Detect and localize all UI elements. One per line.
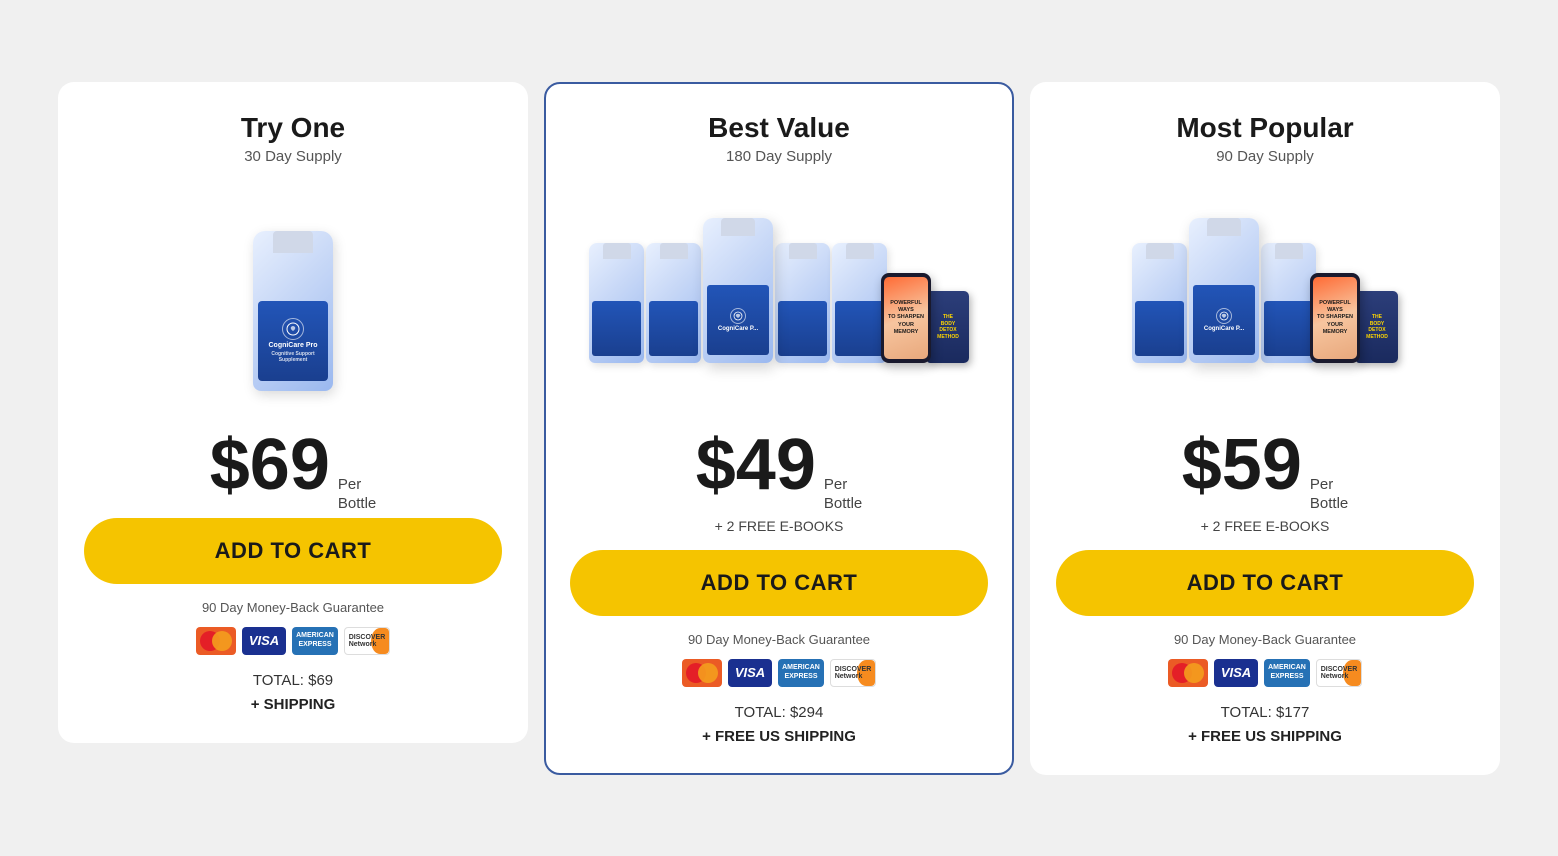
guarantee-most-popular: 90 Day Money-Back Guarantee: [1174, 632, 1356, 647]
amex-icon-bv: AMERICANEXPRESS: [778, 659, 824, 687]
bottle-main-6: CogniCare P...: [703, 218, 773, 363]
bottle-main-label-6: CogniCare P...: [707, 285, 769, 355]
brain-circle-icon: [730, 308, 746, 324]
bottle-mp-2: [1261, 243, 1316, 363]
shipping-try-one: + SHIPPING: [251, 693, 336, 717]
add-to-cart-best-value[interactable]: ADD TO CART: [570, 550, 988, 616]
visa-icon-mp: VISA: [1214, 659, 1258, 687]
book-mockup-mp: THEBODYDETOXMETHOD: [1356, 291, 1398, 363]
bottle-sm-3: [775, 243, 830, 363]
add-to-cart-most-popular[interactable]: ADD TO CART: [1056, 550, 1474, 616]
guarantee-best-value: 90 Day Money-Back Guarantee: [688, 632, 870, 647]
bottles-group-6: CogniCare P... POWERFUL WAYSTO SHARPENYO…: [589, 218, 969, 363]
bottle-sm-1: [589, 243, 644, 363]
bottle-single: CogniCare Pro Cognitive Support Suppleme…: [253, 191, 333, 391]
pricing-card-try-one: Try One 30 Day Supply CogniCare Pro Cogn…: [58, 82, 528, 743]
phone-mockup-mp: POWERFUL WAYSTO SHARPENYOUR MEMORY: [1310, 273, 1360, 363]
price-label-most-popular: PerBottle: [1310, 475, 1348, 514]
price-section-best-value: $49 PerBottle: [696, 429, 863, 514]
free-ebooks-best-value: + 2 FREE E-BOOKS: [715, 518, 844, 534]
total-price-try-one: TOTAL: $69: [251, 669, 336, 693]
add-to-cart-try-one[interactable]: ADD TO CART: [84, 518, 502, 584]
phone-screen: POWERFUL WAYSTO SHARPENYOUR MEMORY: [884, 277, 928, 359]
price-section-most-popular: $59 PerBottle: [1182, 429, 1349, 514]
bottle-mp-1: [1132, 243, 1187, 363]
product-image-best-value: CogniCare P... POWERFUL WAYSTO SHARPENYO…: [570, 181, 988, 401]
discover-icon-bv: DISCOVERNetwork: [830, 659, 876, 687]
bottle-brand-main: CogniCare P...: [718, 326, 758, 332]
mastercard-icon-bv: [682, 659, 722, 687]
book-mockup-best-value: THEBODYDETOXMETHOD: [927, 291, 969, 363]
bottle-brain-icon: [282, 318, 304, 340]
bottle-label-1: CogniCare Pro Cognitive Support Suppleme…: [258, 301, 328, 381]
bottle-sm-2: [646, 243, 701, 363]
bottle-brand-mp: CogniCare P...: [1204, 326, 1244, 332]
bottle-1: CogniCare Pro Cognitive Support Suppleme…: [253, 231, 333, 391]
amex-icon: AMERICANEXPRESS: [292, 627, 338, 655]
book-text: THEBODYDETOXMETHOD: [934, 311, 962, 343]
bottle-main-label-mp: CogniCare P...: [1193, 285, 1255, 355]
total-section-try-one: TOTAL: $69 + SHIPPING: [251, 669, 336, 717]
price-label-best-value: PerBottle: [824, 475, 862, 514]
price-most-popular: $59: [1182, 429, 1302, 501]
total-price-best-value: TOTAL: $294: [702, 701, 856, 725]
price-label-try-one: PerBottle: [338, 475, 376, 514]
bottles-group-3: CogniCare P... POWERFUL WAYSTO SHARPENYO…: [1132, 218, 1398, 363]
phone-text: POWERFUL WAYSTO SHARPENYOUR MEMORY: [884, 296, 928, 340]
visa-icon: VISA: [242, 627, 286, 655]
bottle-sm-4: [832, 243, 887, 363]
total-section-most-popular: TOTAL: $177 + FREE US SHIPPING: [1188, 701, 1342, 749]
discover-icon: DISCOVERNetwork: [344, 627, 390, 655]
discover-icon-mp: DISCOVERNetwork: [1316, 659, 1362, 687]
card-subtitle-best-value: 180 Day Supply: [726, 148, 832, 165]
amex-icon-mp: AMERICANEXPRESS: [1264, 659, 1310, 687]
payment-icons-try-one: VISA AMERICANEXPRESS DISCOVERNetwork: [196, 627, 390, 655]
price-best-value: $49: [696, 429, 816, 501]
pricing-card-best-value: Best Value 180 Day Supply CogniCare P...: [544, 82, 1014, 775]
card-title-most-popular: Most Popular: [1176, 112, 1353, 144]
payment-icons-most-popular: VISA AMERICANEXPRESS DISCOVERNetwork: [1168, 659, 1362, 687]
price-try-one: $69: [210, 429, 330, 501]
guarantee-try-one: 90 Day Money-Back Guarantee: [202, 600, 384, 615]
shipping-best-value: + FREE US SHIPPING: [702, 725, 856, 749]
total-price-most-popular: TOTAL: $177: [1188, 701, 1342, 725]
visa-icon-bv: VISA: [728, 659, 772, 687]
shipping-most-popular: + FREE US SHIPPING: [1188, 725, 1342, 749]
card-subtitle-try-one: 30 Day Supply: [244, 148, 342, 165]
product-image-most-popular: CogniCare P... POWERFUL WAYSTO SHARPENYO…: [1056, 181, 1474, 401]
bottle-main-mp: CogniCare P...: [1189, 218, 1259, 363]
total-section-best-value: TOTAL: $294 + FREE US SHIPPING: [702, 701, 856, 749]
mastercard-icon: [196, 627, 236, 655]
card-subtitle-most-popular: 90 Day Supply: [1216, 148, 1314, 165]
payment-icons-best-value: VISA AMERICANEXPRESS DISCOVERNetwork: [682, 659, 876, 687]
brain-icon-mp: [1216, 308, 1232, 324]
bottle-brand-text-1: CogniCare Pro: [268, 342, 317, 350]
phone-mockup-best-value: POWERFUL WAYSTO SHARPENYOUR MEMORY: [881, 273, 931, 363]
product-image-try-one: CogniCare Pro Cognitive Support Suppleme…: [84, 181, 502, 401]
pricing-container: Try One 30 Day Supply CogniCare Pro Cogn…: [20, 82, 1538, 775]
mastercard-icon-mp: [1168, 659, 1208, 687]
book-text-mp: THEBODYDETOXMETHOD: [1363, 311, 1391, 343]
price-section-try-one: $69 PerBottle: [210, 429, 377, 514]
free-ebooks-most-popular: + 2 FREE E-BOOKS: [1201, 518, 1330, 534]
card-title-try-one: Try One: [241, 112, 345, 144]
phone-text-mp: POWERFUL WAYSTO SHARPENYOUR MEMORY: [1313, 296, 1357, 340]
phone-screen-mp: POWERFUL WAYSTO SHARPENYOUR MEMORY: [1313, 277, 1357, 359]
card-title-best-value: Best Value: [708, 112, 850, 144]
bottle-type-text-1: Cognitive Support Supplement: [258, 351, 328, 363]
pricing-card-most-popular: Most Popular 90 Day Supply CogniCare P..…: [1030, 82, 1500, 775]
